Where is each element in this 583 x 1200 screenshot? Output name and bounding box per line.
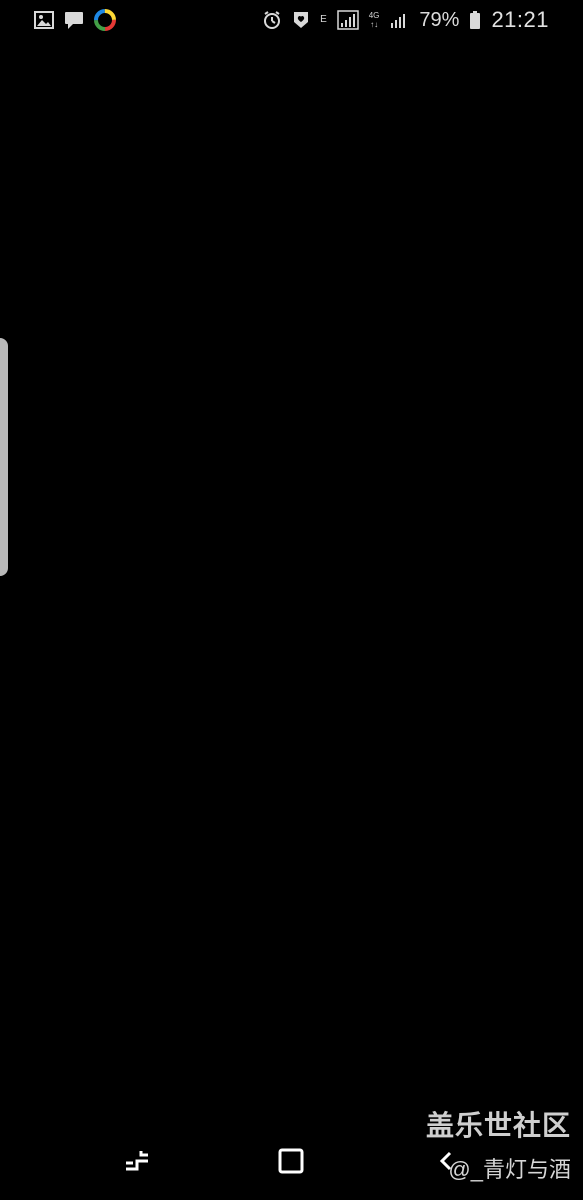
- signal-strength-icon-1: [336, 10, 359, 30]
- data-arrows-icon: ↑↓: [370, 20, 379, 29]
- signal-letter: E: [320, 14, 327, 25]
- network-label: 4G: [368, 11, 380, 20]
- screen: E 4G ↑↓ 79% 21:21 盖乐世社区 @_青灯与酒: [0, 0, 583, 1200]
- home-button[interactable]: [271, 1141, 311, 1181]
- recent-apps-icon: [123, 1147, 151, 1175]
- navigation-bar: [0, 1130, 583, 1192]
- back-icon: [432, 1147, 460, 1175]
- signal-strength-icon-2: [389, 11, 409, 29]
- edge-panel-handle[interactable]: [0, 338, 8, 576]
- recent-apps-button[interactable]: [117, 1141, 157, 1181]
- network-type: 4G ↑↓: [369, 11, 380, 29]
- colorful-app-icon: [94, 9, 116, 31]
- back-button[interactable]: [426, 1141, 466, 1181]
- home-icon: [277, 1147, 305, 1175]
- battery-percentage: 79%: [419, 8, 460, 31]
- status-left-icons: [34, 9, 116, 31]
- status-right-icons: E 4G ↑↓ 79% 21:21: [262, 7, 549, 33]
- clock-time: 21:21: [491, 7, 549, 32]
- alarm-icon: [262, 10, 282, 30]
- message-icon: [64, 11, 84, 29]
- status-bar: E 4G ↑↓ 79% 21:21: [0, 0, 583, 40]
- heart-shield-icon: [292, 10, 310, 30]
- battery-icon: [469, 10, 481, 30]
- gallery-icon: [34, 11, 54, 29]
